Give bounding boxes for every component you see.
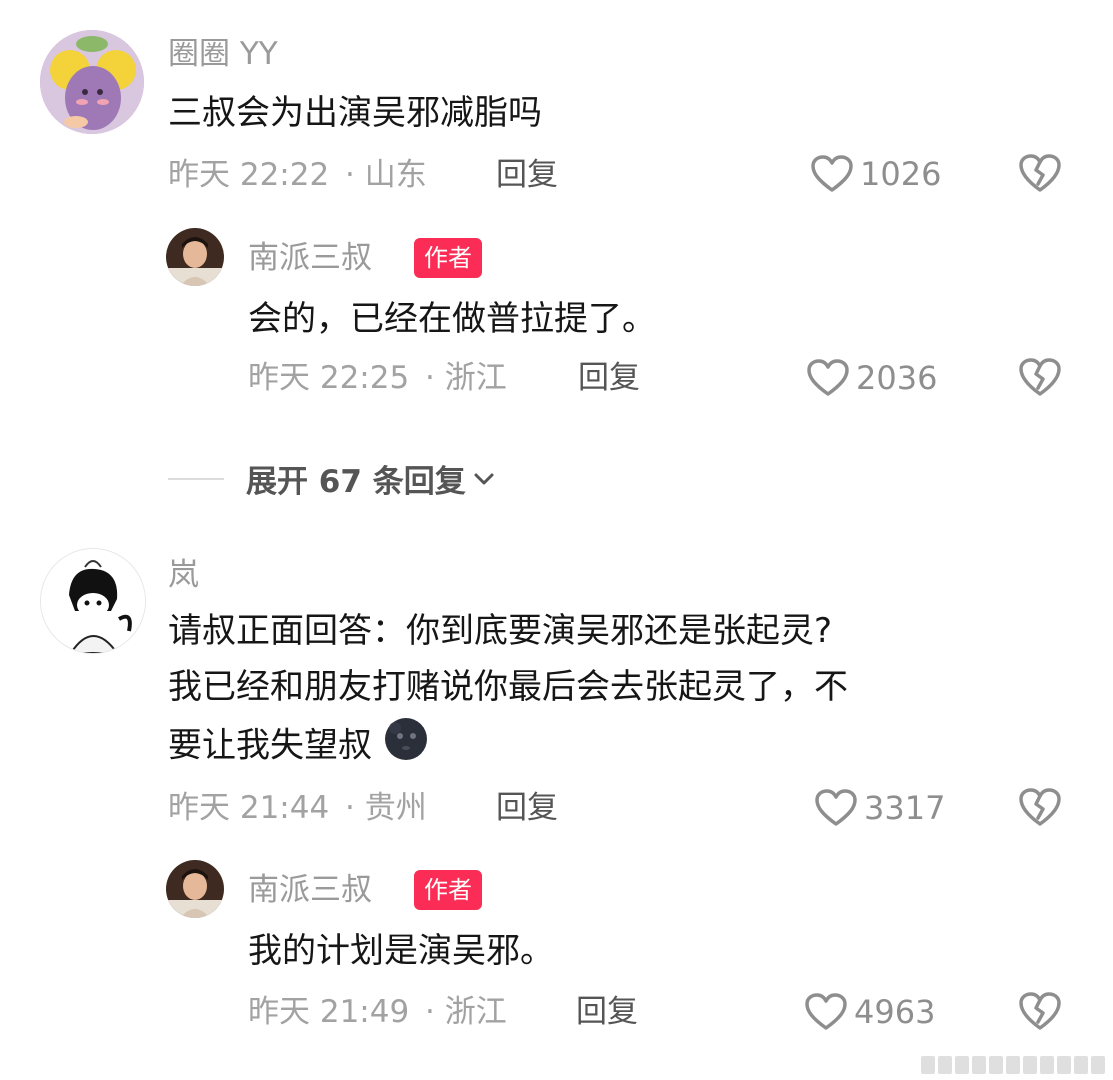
comment-location: · 山东 xyxy=(345,157,427,193)
broken-heart-icon xyxy=(1019,358,1061,396)
new-moon-face-icon xyxy=(383,716,429,778)
reply-button[interactable]: 回复 xyxy=(578,358,640,398)
like-button[interactable]: 1026 xyxy=(810,154,941,194)
watermark xyxy=(921,1056,1105,1074)
comment-location: · 贵州 xyxy=(345,790,427,826)
comment-text-line-with-emoji: 要让我失望叔 xyxy=(168,716,429,778)
comment-time: 昨天 22:22 xyxy=(168,157,330,193)
like-count: 3317 xyxy=(864,789,946,827)
dislike-button[interactable] xyxy=(1018,356,1062,400)
dislike-button[interactable] xyxy=(1018,152,1062,196)
like-count: 4963 xyxy=(854,993,936,1031)
avatar-nanpaisanshu[interactable] xyxy=(166,860,224,918)
reply-time: 昨天 22:25 xyxy=(248,360,410,396)
like-count: 2036 xyxy=(856,359,938,397)
broken-heart-icon xyxy=(1019,154,1061,192)
heart-outline-icon xyxy=(815,789,857,826)
like-button[interactable]: 3317 xyxy=(814,788,945,828)
comment-username[interactable]: 圈圈 YY xyxy=(168,34,278,74)
comment-time: 昨天 21:44 xyxy=(168,790,330,826)
chevron-down-icon xyxy=(474,473,494,484)
reply-location: · 浙江 xyxy=(425,994,507,1030)
expand-replies-label: 展开 67 条回复 xyxy=(246,464,466,500)
comment-text-line: 请叔正面回答：你到底要演吴邪还是张起灵? xyxy=(168,611,833,651)
divider xyxy=(168,477,224,480)
expand-replies-button[interactable]: 展开 67 条回复 xyxy=(168,456,496,501)
reply-button[interactable]: 回复 xyxy=(496,788,558,828)
dislike-button[interactable] xyxy=(1018,786,1062,830)
like-button[interactable]: 4963 xyxy=(804,992,935,1032)
reply-button[interactable]: 回复 xyxy=(576,992,638,1032)
heart-outline-icon xyxy=(807,359,849,396)
reply-time: 昨天 21:49 xyxy=(248,994,410,1030)
broken-heart-icon xyxy=(1019,788,1061,826)
heart-outline-icon xyxy=(805,993,847,1030)
avatar-quanquan[interactable] xyxy=(40,30,144,134)
reply-text: 会的，已经在做普拉提了。 xyxy=(248,299,656,339)
heart-outline-icon xyxy=(811,155,853,192)
reply-location: · 浙江 xyxy=(425,360,507,396)
comment-text: 三叔会为出演吴邪减脂吗 xyxy=(168,93,542,133)
like-count: 1026 xyxy=(860,155,942,193)
avatar-nanpaisanshu[interactable] xyxy=(166,228,224,286)
reply-text: 我的计划是演吴邪。 xyxy=(248,931,554,971)
comment-username[interactable]: 岚 xyxy=(168,555,199,595)
reply-username[interactable]: 南派三叔 xyxy=(248,238,372,278)
dislike-button[interactable] xyxy=(1018,990,1062,1034)
comment-text-line: 要让我失望叔 xyxy=(168,725,372,766)
author-badge: 作者 xyxy=(414,238,482,278)
reply-button[interactable]: 回复 xyxy=(496,155,558,195)
avatar-lan[interactable] xyxy=(40,548,146,654)
comment-text-line: 我已经和朋友打赌说你最后会去张起灵了，不 xyxy=(168,667,848,707)
author-badge: 作者 xyxy=(414,870,482,910)
reply-username[interactable]: 南派三叔 xyxy=(248,870,372,910)
like-button[interactable]: 2036 xyxy=(806,358,937,398)
broken-heart-icon xyxy=(1019,992,1061,1030)
